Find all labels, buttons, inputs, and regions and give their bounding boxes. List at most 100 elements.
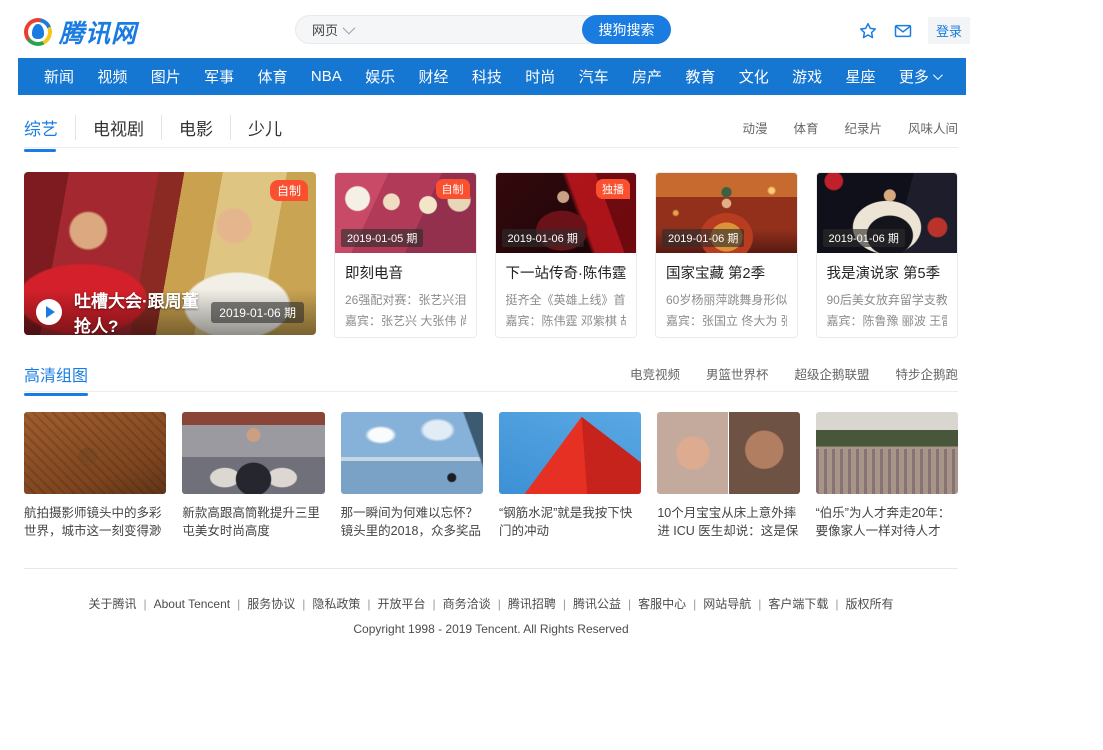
site-logo[interactable]: 腾讯网: [24, 14, 137, 50]
link-basketball-worldcup[interactable]: 男篮世界杯: [706, 364, 769, 383]
photo-card[interactable]: 新款高跟高筒靴提升三里屯美女时尚高度: [182, 412, 324, 541]
link-super-penguin-league[interactable]: 超级企鹅联盟: [794, 364, 869, 383]
nav-item-sports[interactable]: 体育: [258, 66, 288, 87]
gallery-title[interactable]: 高清组图: [24, 362, 88, 386]
link-flavor-world[interactable]: 风味人间: [908, 118, 958, 137]
footer-link-about[interactable]: 关于腾讯: [88, 597, 153, 611]
footer-link-client-download[interactable]: 客户端下载: [768, 597, 845, 611]
footer-link-about-en[interactable]: About Tencent: [154, 597, 248, 611]
footer-link-jobs[interactable]: 腾讯招聘: [508, 597, 573, 611]
video-title[interactable]: 即刻电音: [345, 262, 466, 283]
tab-kids[interactable]: 少儿: [230, 115, 282, 140]
footer-links: 关于腾讯About Tencent服务协议隐私政策开放平台商务洽谈腾讯招聘腾讯公…: [24, 595, 958, 612]
video-title[interactable]: 下一站传奇·陈伟霆激动: [506, 262, 627, 283]
photo-card[interactable]: 那一瞬间为何难以忘怀？镜头里的2018，众多奖品等你领！: [341, 412, 483, 541]
nav-item-house[interactable]: 房产: [632, 66, 662, 87]
photo-card[interactable]: 10个月宝宝从床上意外摔进 ICU 医生却说：这是保命一摔: [657, 412, 799, 541]
category-subnav: 综艺 电视剧 电影 少儿 动漫 体育 纪录片 风味人间: [24, 108, 958, 148]
exclusive-badge: 独播: [596, 179, 630, 199]
footer-divider: [24, 568, 958, 569]
nav-item-education[interactable]: 教育: [685, 66, 715, 87]
nav-item-tech[interactable]: 科技: [472, 66, 502, 87]
nav-item-video[interactable]: 视频: [97, 66, 127, 87]
nav-item-games[interactable]: 游戏: [792, 66, 822, 87]
nav-item-military[interactable]: 军事: [204, 66, 234, 87]
photo-thumbnail[interactable]: [499, 412, 641, 494]
footer-link-terms[interactable]: 服务协议: [247, 597, 312, 611]
favorites-star-icon[interactable]: [858, 21, 878, 41]
search-button[interactable]: 搜狗搜索: [582, 15, 671, 44]
photo-caption[interactable]: “伯乐”为人才奔走20年：要像家人一样对待人才: [816, 504, 958, 541]
footer-link-business[interactable]: 商务洽谈: [443, 597, 508, 611]
copyright-text: Copyright 1998 - 2019 Tencent. All Right…: [24, 622, 958, 636]
nav-item-auto[interactable]: 汽车: [579, 66, 609, 87]
photo-caption[interactable]: 那一瞬间为何难以忘怀？镜头里的2018，众多奖品等你领！: [341, 504, 483, 541]
link-penguin-run[interactable]: 特步企鹅跑: [895, 364, 958, 383]
tab-variety[interactable]: 综艺: [24, 115, 58, 140]
footer-link-sitemap[interactable]: 网站导航: [703, 597, 768, 611]
tab-movies[interactable]: 电影: [161, 115, 213, 140]
video-thumbnail[interactable]: 自制 2019-01-05 期: [335, 173, 476, 253]
photo-thumbnail[interactable]: [657, 412, 799, 494]
photo-thumbnail[interactable]: [24, 412, 166, 494]
video-card[interactable]: 2019-01-06 期 国家宝藏 第2季 60岁杨丽萍跳舞身形似少女 嘉宾：张…: [655, 172, 798, 338]
footer-link-privacy[interactable]: 隐私政策: [312, 597, 377, 611]
nav-more-label: 更多: [899, 66, 929, 87]
video-thumbnail[interactable]: 2019-01-06 期: [817, 173, 958, 253]
featured-title[interactable]: 吐槽大会·跟周董抢人?: [74, 287, 199, 335]
search-input[interactable]: [352, 16, 582, 43]
self-produced-badge: 自制: [270, 180, 308, 201]
search-category-dropdown[interactable]: 网页: [312, 20, 352, 39]
video-card[interactable]: 独播 2019-01-06 期 下一站传奇·陈伟霆激动 挺齐全《英雄上线》首秀 …: [495, 172, 638, 338]
video-card-body: 即刻电音 26强配对赛：张艺兴泪洒现场 嘉宾：张艺兴 大张伟 尚雯婕: [335, 253, 476, 337]
photo-caption[interactable]: 新款高跟高筒靴提升三里屯美女时尚高度: [182, 504, 324, 541]
gallery-right-links: 电竞视频 男篮世界杯 超级企鹅联盟 特步企鹅跑: [630, 364, 958, 383]
episode-date-badge: 2019-01-05 期: [341, 229, 423, 247]
mail-icon[interactable]: [893, 21, 913, 41]
video-title[interactable]: 国家宝藏 第2季: [666, 262, 787, 283]
footer-link-service[interactable]: 客服中心: [638, 597, 703, 611]
footer-link-copyright[interactable]: 版权所有: [846, 597, 894, 611]
footer-link-open-platform[interactable]: 开放平台: [378, 597, 443, 611]
link-sports[interactable]: 体育: [793, 118, 818, 137]
photo-card[interactable]: 航拍摄影师镜头中的多彩世界，城市这一刻变得渺小: [24, 412, 166, 541]
featured-overlay: 吐槽大会·跟周董抢人? 2019-01-06 期: [24, 289, 316, 335]
nav-item-astrology[interactable]: 星座: [845, 66, 875, 87]
footer-link-charity[interactable]: 腾讯公益: [573, 597, 638, 611]
photo-card[interactable]: “伯乐”为人才奔走20年：要像家人一样对待人才: [816, 412, 958, 541]
video-thumbnail[interactable]: 2019-01-06 期: [656, 173, 797, 253]
video-card-body: 下一站传奇·陈伟霆激动 挺齐全《英雄上线》首秀 嘉宾：陈伟霆 邓紫棋 胡海泉: [496, 253, 637, 337]
play-icon[interactable]: [36, 299, 62, 325]
video-card[interactable]: 自制 2019-01-05 期 即刻电音 26强配对赛：张艺兴泪洒现场 嘉宾：张…: [334, 172, 477, 338]
video-guests: 嘉宾：张艺兴 大张伟 尚雯婕: [345, 312, 466, 329]
login-button[interactable]: 登录: [928, 17, 970, 44]
video-thumbnail[interactable]: 独播 2019-01-06 期: [496, 173, 637, 253]
featured-video-card[interactable]: 自制 吐槽大会·跟周董抢人? 2019-01-06 期: [24, 172, 316, 335]
video-card[interactable]: 2019-01-06 期 我是演说家 第5季 90后美女放弃留学支教山村 嘉宾：…: [816, 172, 959, 338]
photo-caption[interactable]: 航拍摄影师镜头中的多彩世界，城市这一刻变得渺小: [24, 504, 166, 541]
nav-item-news[interactable]: 新闻: [44, 66, 74, 87]
nav-item-culture[interactable]: 文化: [739, 66, 769, 87]
tab-tv-series[interactable]: 电视剧: [75, 115, 144, 140]
photo-thumbnail[interactable]: [341, 412, 483, 494]
video-card-body: 我是演说家 第5季 90后美女放弃留学支教山村 嘉宾：陈鲁豫 郦波 王雷: [817, 253, 958, 337]
link-esports-video[interactable]: 电竞视频: [630, 364, 680, 383]
video-subtitle: 挺齐全《英雄上线》首秀: [506, 291, 627, 308]
photo-thumbnail[interactable]: [182, 412, 324, 494]
nav-item-finance[interactable]: 财经: [418, 66, 448, 87]
video-subtitle: 60岁杨丽萍跳舞身形似少女: [666, 291, 787, 308]
header-actions: 登录: [858, 17, 970, 44]
nav-item-more[interactable]: 更多: [899, 66, 940, 87]
video-title[interactable]: 我是演说家 第5季: [827, 262, 948, 283]
link-documentary[interactable]: 纪录片: [844, 118, 882, 137]
gallery-section-header: 高清组图 电竞视频 男篮世界杯 超级企鹅联盟 特步企鹅跑: [24, 356, 958, 392]
nav-item-fashion[interactable]: 时尚: [525, 66, 555, 87]
photo-caption[interactable]: 10个月宝宝从床上意外摔进 ICU 医生却说：这是保命一摔: [657, 504, 799, 541]
photo-card[interactable]: “钢筋水泥”就是我按下快门的冲动: [499, 412, 641, 541]
nav-item-entertainment[interactable]: 娱乐: [365, 66, 395, 87]
nav-item-pictures[interactable]: 图片: [151, 66, 181, 87]
link-anime[interactable]: 动漫: [742, 118, 767, 137]
nav-item-nba[interactable]: NBA: [311, 68, 342, 85]
photo-thumbnail[interactable]: [816, 412, 958, 494]
photo-caption[interactable]: “钢筋水泥”就是我按下快门的冲动: [499, 504, 641, 541]
